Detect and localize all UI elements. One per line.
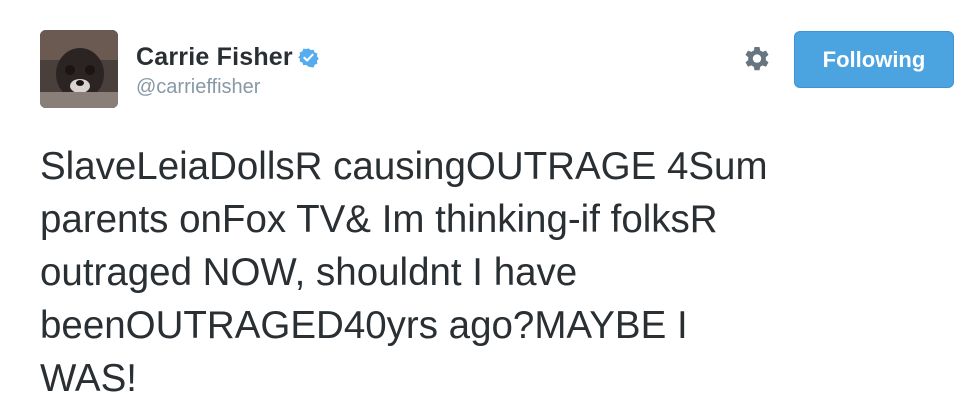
avatar[interactable] bbox=[40, 30, 118, 108]
tweet-card: Carrie Fisher @carrieffisher Following S… bbox=[0, 0, 980, 419]
name-row: Carrie Fisher bbox=[136, 42, 319, 72]
author-info: Carrie Fisher @carrieffisher bbox=[136, 42, 319, 99]
tweet-text: SlaveLeiaDollsR causingOUTRAGE 4Sum pare… bbox=[40, 145, 768, 400]
user-handle[interactable]: @carrieffisher bbox=[136, 76, 319, 99]
avatar-image bbox=[40, 30, 118, 108]
display-name[interactable]: Carrie Fisher bbox=[136, 43, 293, 72]
gear-icon[interactable] bbox=[741, 44, 773, 76]
following-button[interactable]: Following bbox=[794, 31, 954, 88]
verified-badge-icon bbox=[298, 47, 319, 68]
